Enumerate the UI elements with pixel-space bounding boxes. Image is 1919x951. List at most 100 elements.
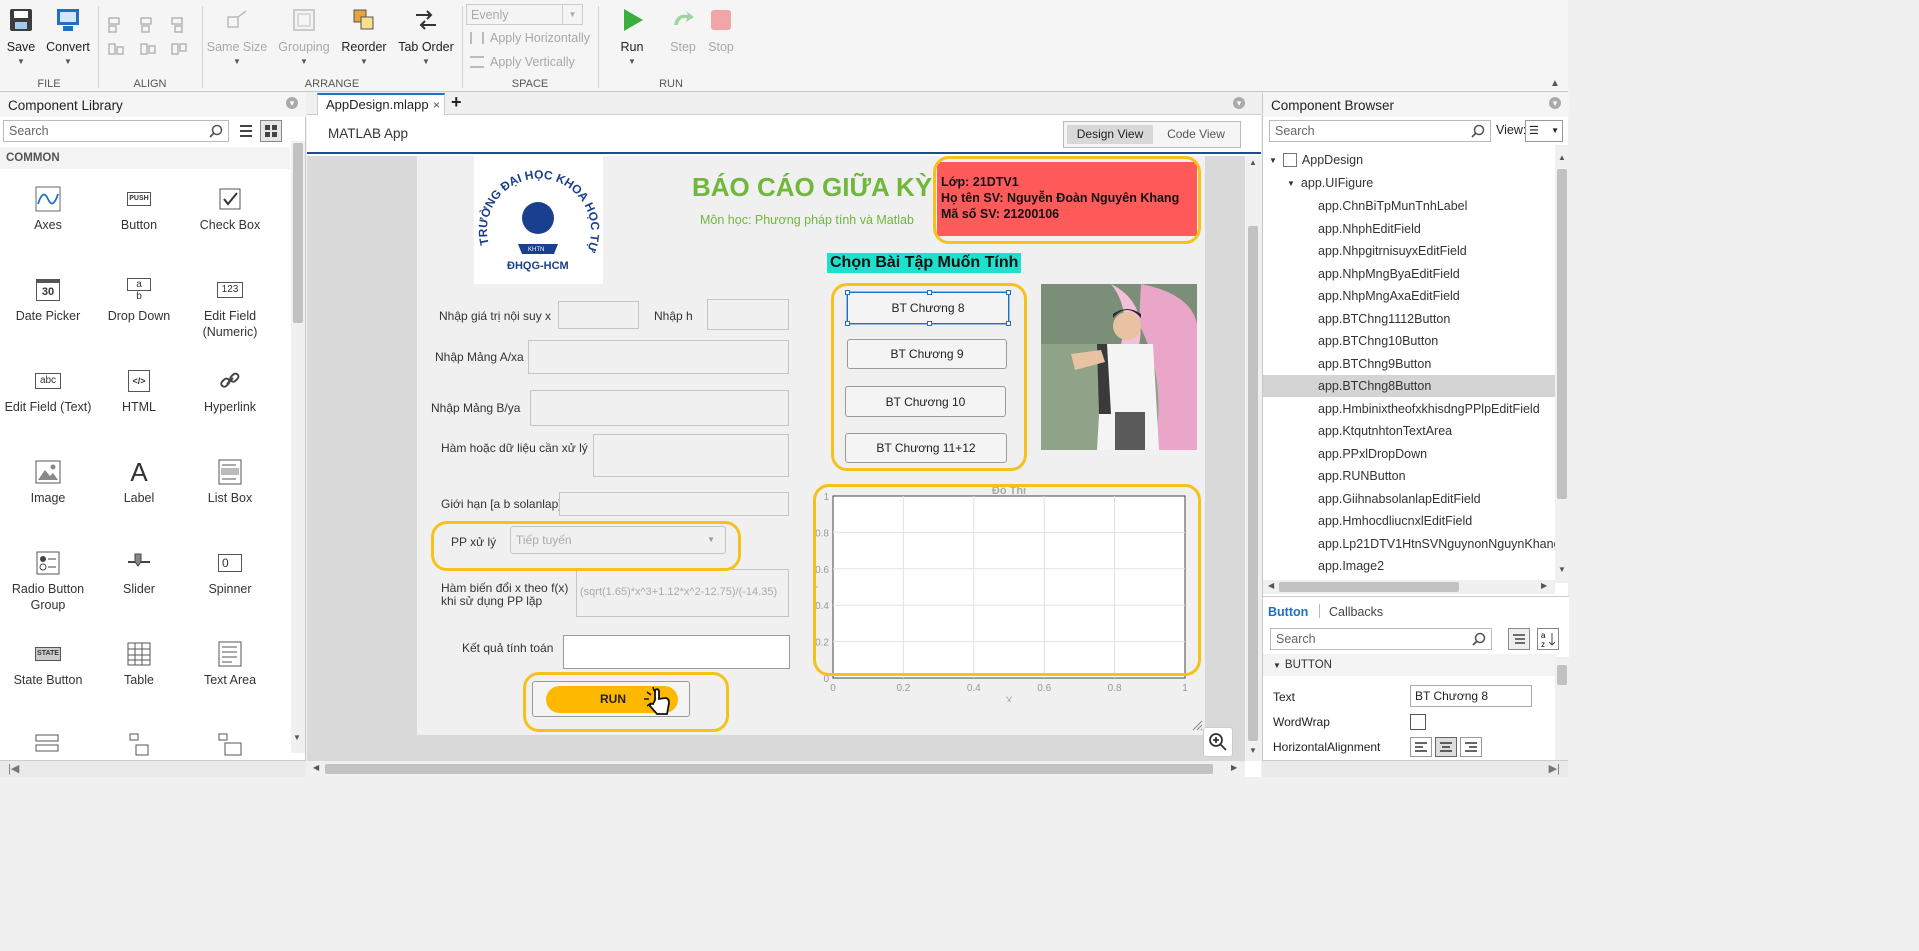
scroll-thumb[interactable] (1557, 665, 1567, 685)
tree-item[interactable]: app.BTChng1112Button (1263, 308, 1555, 330)
library-search-input[interactable]: Search (3, 120, 229, 142)
array-a-input[interactable] (528, 340, 789, 374)
wordwrap-checkbox[interactable] (1410, 714, 1426, 730)
library-scrollbar[interactable]: ▼ (291, 141, 305, 753)
save-button[interactable]: Save ▼ (4, 6, 38, 66)
collapse-toolstrip-icon[interactable]: ▲ (1550, 78, 1560, 89)
scroll-left-icon[interactable]: ◀ (1268, 581, 1274, 590)
align-right-icon[interactable] (1460, 737, 1482, 757)
tree-item[interactable]: app.BTChng10Button (1263, 330, 1555, 352)
tab-callbacks[interactable]: Callbacks (1329, 605, 1383, 619)
array-b-input[interactable] (530, 390, 789, 426)
library-item-hyperlink[interactable]: Hyperlink (185, 367, 275, 415)
tree-item[interactable]: app.HmhocdliucnxlEditField (1263, 510, 1555, 532)
tree-item[interactable]: app.BTChng9Button (1263, 353, 1555, 375)
limit-input[interactable] (559, 492, 789, 516)
result-textarea[interactable] (563, 635, 790, 669)
property-text-input[interactable]: BT Chương 8 (1410, 685, 1532, 707)
tab-appdesign[interactable]: AppDesign.mlapp × (317, 93, 445, 115)
align-left-icon[interactable] (1410, 737, 1432, 757)
panel-menu-icon[interactable]: ▾ (1549, 97, 1561, 109)
section-header-button[interactable]: ▼ BUTTON (1263, 654, 1555, 676)
library-item-list-box[interactable]: List Box (185, 458, 275, 506)
tab-order-button[interactable]: Tab Order ▼ (396, 6, 456, 66)
scroll-up-icon[interactable]: ▲ (1249, 158, 1257, 167)
list-icon[interactable] (126, 733, 154, 757)
sort-az-icon[interactable]: az (1537, 628, 1559, 650)
tab-button-properties[interactable]: Button (1268, 605, 1308, 619)
scroll-down-icon[interactable]: ▼ (293, 733, 301, 742)
run-button[interactable]: Run ▼ (612, 6, 652, 66)
design-view-button[interactable]: Design View (1067, 125, 1153, 144)
spacing-select[interactable]: Evenly ▼ (466, 4, 583, 25)
tree-item[interactable]: app.PPxlDropDown (1263, 443, 1555, 465)
close-icon[interactable]: × (433, 98, 440, 112)
scroll-up-icon[interactable]: ▲ (1558, 153, 1566, 162)
tree-item[interactable]: app.NhpMngAxaEditField (1263, 285, 1555, 307)
h-input[interactable] (707, 299, 789, 330)
step-button[interactable]: Step (664, 6, 702, 54)
tree-table-icon[interactable] (217, 733, 245, 757)
tree-root[interactable]: ▼ AppDesign (1269, 149, 1363, 171)
library-item-edit-field-numeric[interactable]: 123 Edit Field (Numeric) (185, 276, 275, 340)
scroll-thumb[interactable] (1248, 226, 1258, 741)
scroll-thumb[interactable] (325, 764, 1213, 774)
library-item-label[interactable]: A Label (94, 458, 184, 506)
transform-input[interactable]: (sqrt(1.65)*x^3+1.12*x^2-12.75)/(-14.35) (576, 569, 789, 617)
tree-item[interactable]: app.GiihnabsolanlapEditField (1263, 488, 1555, 510)
library-item-axes[interactable]: Axes (3, 185, 93, 233)
tree-item[interactable]: app.NhpMngByaEditField (1263, 263, 1555, 285)
tree-item[interactable]: app.KtqutnhtonTextArea (1263, 420, 1555, 442)
view-mode-select[interactable]: ☰ ▼ (1525, 120, 1563, 142)
scroll-end-icon[interactable]: ▶| (1549, 762, 1560, 775)
convert-button[interactable]: Convert ▼ (44, 6, 92, 66)
tree-item[interactable]: app.NhpgitrnisuyxEditField (1263, 240, 1555, 262)
library-item-date-picker[interactable]: 30 Date Picker (3, 276, 93, 324)
library-item-radio-button-group[interactable]: Radio Button Group (3, 549, 93, 613)
tree-item[interactable]: app.Lp21DTV1HtnSVNguynonNguynKhang (1263, 533, 1555, 555)
tree-vscrollbar[interactable]: ▲ ▼ (1555, 145, 1569, 583)
code-view-button[interactable]: Code View (1154, 125, 1238, 144)
grouping-button[interactable]: Grouping ▼ (274, 6, 334, 66)
same-size-button[interactable]: Same Size ▼ (206, 6, 268, 66)
list-view-icon[interactable] (236, 121, 256, 141)
library-item-image[interactable]: Image (3, 458, 93, 506)
tree-item[interactable]: app.BTChng8Button (1263, 375, 1555, 397)
library-item-edit-field-text[interactable]: abc Edit Field (Text) (3, 367, 93, 415)
scroll-thumb[interactable] (1279, 582, 1459, 592)
x-input[interactable] (558, 301, 639, 329)
scroll-down-icon[interactable]: ▼ (1249, 746, 1257, 755)
apply-vertically-button[interactable]: Apply Vertically (470, 55, 575, 69)
tree-item[interactable]: app.Image2 (1263, 555, 1555, 577)
add-tab-button[interactable]: + (451, 92, 462, 113)
library-item-table[interactable]: Table (94, 640, 184, 688)
library-item-text-area[interactable]: Text Area (185, 640, 275, 688)
zoom-in-button[interactable] (1203, 727, 1233, 757)
canvas-vscrollbar[interactable]: ▲ ▼ (1245, 156, 1261, 761)
tree-item[interactable]: app.NhphEditField (1263, 218, 1555, 240)
library-item-state-button[interactable]: STATE State Button (3, 640, 93, 688)
library-item-drop-down[interactable]: a b Drop Down (94, 276, 184, 324)
tree-item[interactable]: app.HmbinixtheofxkhisdngPPlpEditField (1263, 398, 1555, 420)
scroll-down-icon[interactable]: ▼ (1558, 565, 1566, 574)
library-item-slider[interactable]: Slider (94, 549, 184, 597)
scroll-right-icon[interactable]: ▶ (1541, 581, 1547, 590)
scroll-right-icon[interactable]: ▶ (1231, 763, 1237, 772)
tree-icon[interactable] (34, 733, 62, 757)
library-item-button[interactable]: PUSH Button (94, 185, 184, 233)
apply-horizontally-button[interactable]: Apply Horizontally (470, 31, 590, 45)
reorder-button[interactable]: Reorder ▼ (338, 6, 390, 66)
inspector-search-input[interactable]: Search (1270, 628, 1492, 650)
tree-hscrollbar[interactable]: ◀ ▶ (1263, 580, 1555, 594)
library-item-html[interactable]: </> HTML (94, 367, 184, 415)
scroll-thumb[interactable] (293, 143, 303, 323)
panel-menu-icon[interactable]: ▾ (1233, 97, 1245, 109)
panel-menu-icon[interactable]: ▾ (286, 97, 298, 109)
library-item-spinner[interactable]: 0 Spinner (185, 549, 275, 597)
resize-grip-icon[interactable] (1191, 719, 1203, 731)
library-item-check-box[interactable]: Check Box (185, 185, 275, 233)
grid-view-icon[interactable] (260, 120, 282, 142)
canvas-hscrollbar[interactable]: ◀ ▶ (307, 761, 1245, 777)
tree-uifigure[interactable]: ▼ app.UIFigure (1287, 172, 1373, 194)
scroll-thumb[interactable] (1557, 169, 1567, 499)
